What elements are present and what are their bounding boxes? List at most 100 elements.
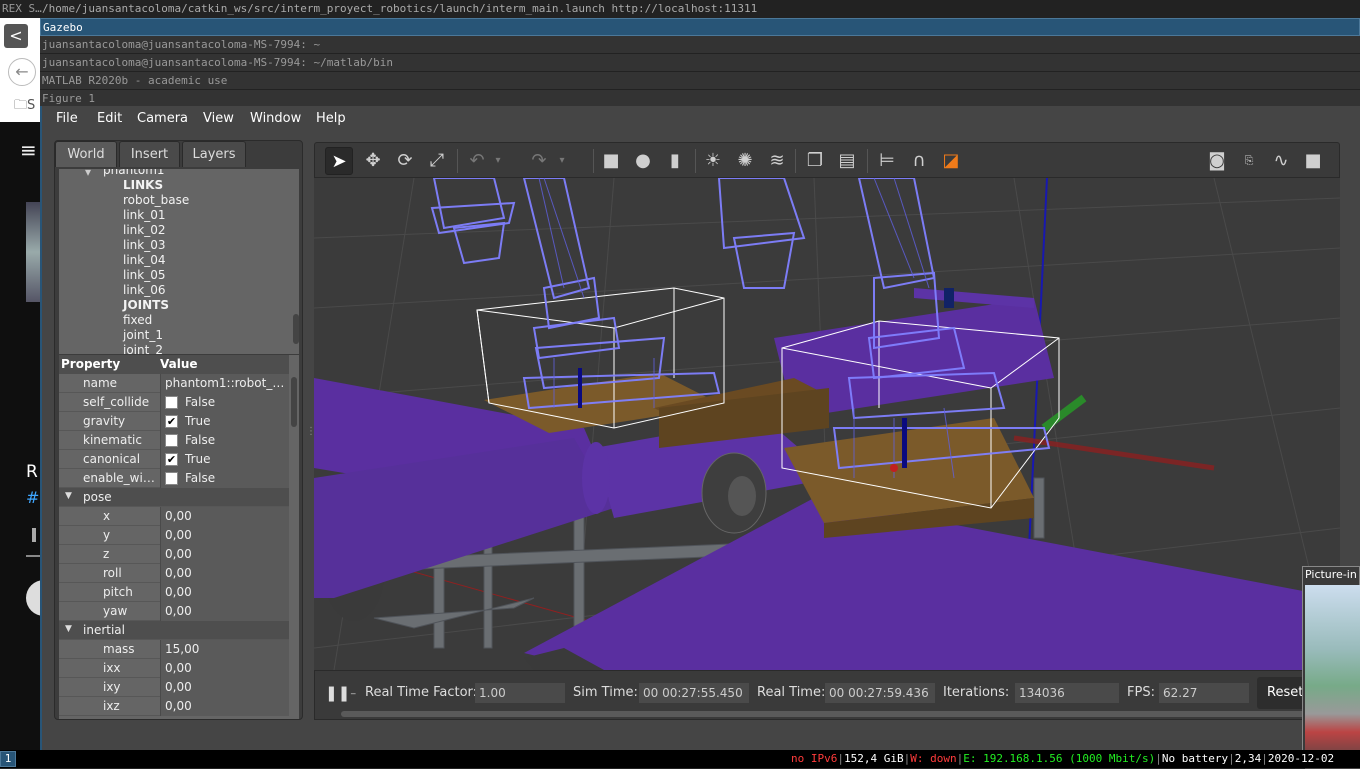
tree-joint[interactable]: fixed <box>123 313 152 327</box>
spot-light-icon[interactable]: ✺ <box>731 147 759 175</box>
pose-row[interactable]: roll 0,00 <box>59 564 289 583</box>
hamburger-menu-icon[interactable]: ≡ <box>20 138 37 162</box>
point-light-icon[interactable]: ☀ <box>699 147 727 175</box>
tree-scrollbar[interactable] <box>293 314 299 344</box>
workspace-button[interactable]: 1 <box>0 751 16 767</box>
tab-world[interactable]: World <box>55 141 117 167</box>
menu-window[interactable]: Window <box>250 111 301 126</box>
prop-value[interactable]: 0,00 <box>165 547 289 561</box>
tree-link[interactable]: link_04 <box>123 253 166 267</box>
enable-wind-checkbox[interactable] <box>165 472 178 485</box>
prop-row-name[interactable]: name phantom1::robot_… <box>59 374 289 393</box>
prop-value[interactable]: 0,00 <box>165 680 289 694</box>
scale-mode-icon[interactable]: ⤢ <box>423 147 451 175</box>
pose-row[interactable]: z 0,00 <box>59 545 289 564</box>
terminal-titlebar-2[interactable]: juansantacoloma@juansantacoloma-MS-7994:… <box>40 54 1360 72</box>
select-mode-icon[interactable]: ➤ <box>325 147 353 175</box>
pose-row[interactable]: pitch 0,00 <box>59 583 289 602</box>
3d-viewport[interactable] <box>314 178 1340 670</box>
chevron-left-icon[interactable]: < <box>4 24 28 48</box>
sphere-shape-icon[interactable]: ● <box>629 147 657 175</box>
tree-model[interactable]: phantom1 <box>103 169 165 177</box>
pose-row[interactable]: yaw 0,00 <box>59 602 289 621</box>
gravity-checkbox[interactable]: ✔ <box>165 415 178 428</box>
video-record-icon[interactable]: ■ <box>1299 147 1327 175</box>
tab-insert[interactable]: Insert <box>119 141 180 167</box>
pose-row[interactable]: y 0,00 <box>59 526 289 545</box>
tree-expand-icon[interactable]: ▾ <box>85 169 91 179</box>
prop-value[interactable]: 0,00 <box>165 566 289 580</box>
gazebo-titlebar[interactable]: Gazebo <box>40 18 1360 36</box>
cylinder-shape-icon[interactable]: ▮ <box>661 147 689 175</box>
menu-view[interactable]: View <box>203 111 234 126</box>
expand-triangle-icon[interactable]: ▼ <box>65 491 72 501</box>
paste-icon[interactable]: ▤ <box>833 147 861 175</box>
redo-icon[interactable]: ↷ <box>525 147 553 175</box>
expand-triangle-icon[interactable]: ▼ <box>65 624 72 634</box>
prop-value[interactable]: 0,00 <box>165 661 289 675</box>
rotate-mode-icon[interactable]: ⟳ <box>391 147 419 175</box>
inertial-row[interactable]: ixz 0,00 <box>59 697 289 716</box>
tree-link[interactable]: link_06 <box>123 283 166 297</box>
inertial-section[interactable]: ▼ inertial <box>59 621 289 640</box>
self-collide-checkbox[interactable] <box>165 396 178 409</box>
prop-row-self-collide[interactable]: self_collide False <box>59 393 289 412</box>
folder-icon[interactable]: 🗀S <box>14 96 35 118</box>
redo-dropdown-icon[interactable]: ▾ <box>555 147 569 175</box>
menu-file[interactable]: File <box>56 111 78 126</box>
tree-joint[interactable]: joint_1 <box>123 328 163 342</box>
prop-value[interactable]: 0,00 <box>165 585 289 599</box>
tree-link[interactable]: link_01 <box>123 208 166 222</box>
horizontal-scrollbar[interactable] <box>341 711 1331 717</box>
hashtag-link[interactable]: # <box>26 488 39 507</box>
pause-icon[interactable]: ❚❚ <box>325 684 350 702</box>
pose-section[interactable]: ▼ pose <box>59 488 289 507</box>
tree-link[interactable]: robot_base <box>123 193 189 207</box>
prop-value[interactable]: phantom1::robot_… <box>165 376 289 390</box>
property-scrollbar[interactable] <box>291 377 297 427</box>
inertial-row[interactable]: ixx 0,00 <box>59 659 289 678</box>
prop-value[interactable]: 0,00 <box>165 604 289 618</box>
tree-link[interactable]: link_03 <box>123 238 166 252</box>
prop-row-kinematic[interactable]: kinematic False <box>59 431 289 450</box>
box-shape-icon[interactable]: ■ <box>597 147 625 175</box>
prop-row-enable-wind[interactable]: enable_wi… False <box>59 469 289 488</box>
tab-layers[interactable]: Layers <box>182 141 246 167</box>
pose-row[interactable]: x 0,00 <box>59 507 289 526</box>
tree-joint[interactable]: joint_2 <box>123 343 163 354</box>
plot-icon[interactable]: ∿ <box>1267 147 1295 175</box>
picture-in-picture-window[interactable]: Picture-in <box>1302 566 1360 769</box>
copy-icon[interactable]: ❐ <box>801 147 829 175</box>
translate-mode-icon[interactable]: ✥ <box>359 147 387 175</box>
undo-dropdown-icon[interactable]: ▾ <box>491 147 505 175</box>
kinematic-checkbox[interactable] <box>165 434 178 447</box>
back-arrow-icon[interactable]: ← <box>8 58 36 86</box>
screenshot-camera-icon[interactable]: ◙ <box>1203 147 1231 175</box>
pip-video[interactable] <box>1305 585 1360 769</box>
tab-rex[interactable]: REX S… <box>0 0 42 18</box>
prop-row-gravity[interactable]: gravity ✔ True <box>59 412 289 431</box>
snap-icon[interactable]: ∩ <box>905 147 933 175</box>
matlab-titlebar[interactable]: MATLAB R2020b - academic use <box>40 72 1360 90</box>
menu-help[interactable]: Help <box>316 111 346 126</box>
menu-edit[interactable]: Edit <box>97 111 122 126</box>
prop-value[interactable]: 0,00 <box>165 528 289 542</box>
log-icon[interactable]: ⎘ <box>1235 147 1263 175</box>
prop-value[interactable]: 15,00 <box>165 642 289 656</box>
align-icon[interactable]: ⊨ <box>873 147 901 175</box>
video-thumbnail[interactable] <box>26 202 40 302</box>
prop-value[interactable]: 0,00 <box>165 509 289 523</box>
view-angle-icon[interactable]: ◪ <box>937 147 965 175</box>
terminal-titlebar-1[interactable]: juansantacoloma@juansantacoloma-MS-7994:… <box>40 36 1360 54</box>
inertial-row[interactable]: mass 15,00 <box>59 640 289 659</box>
undo-icon[interactable]: ↶ <box>463 147 491 175</box>
menu-camera[interactable]: Camera <box>137 111 188 126</box>
directional-light-icon[interactable]: ≋ <box>763 147 791 175</box>
tree-link[interactable]: link_05 <box>123 268 166 282</box>
prop-value[interactable]: 0,00 <box>165 699 289 713</box>
inertial-row[interactable]: ixy 0,00 <box>59 678 289 697</box>
prop-row-canonical[interactable]: canonical ✔ True <box>59 450 289 469</box>
tree-link[interactable]: link_02 <box>123 223 166 237</box>
roslaunch-title[interactable]: /home/juansantacoloma/catkin_ws/src/inte… <box>42 0 757 18</box>
canonical-checkbox[interactable]: ✔ <box>165 453 178 466</box>
